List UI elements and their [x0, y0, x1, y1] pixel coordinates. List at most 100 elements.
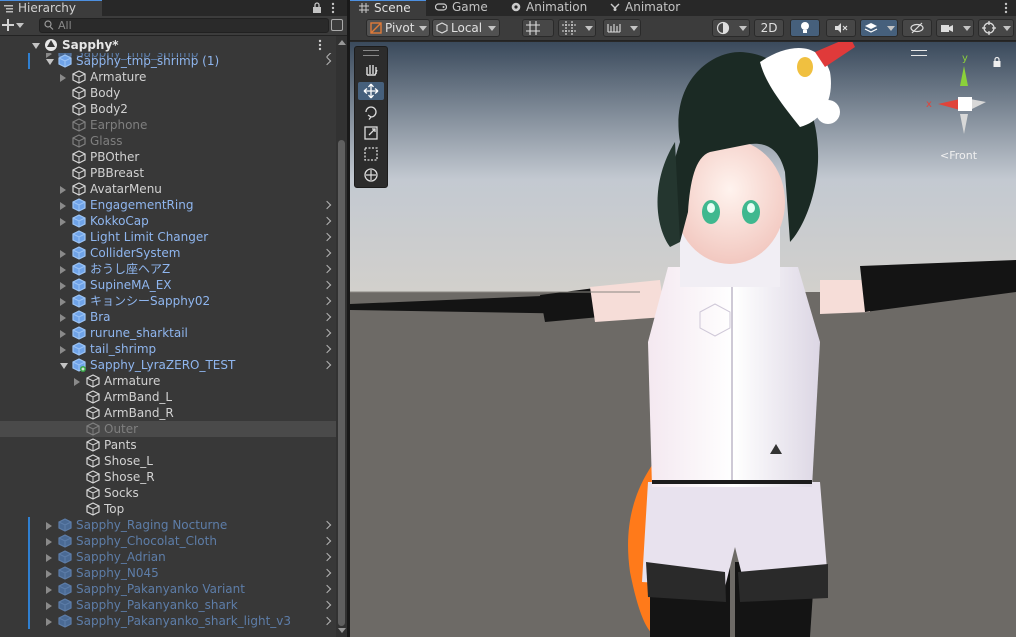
ruler-dropdown[interactable]	[603, 19, 641, 37]
open-prefab-chevron-right-icon[interactable]	[322, 293, 332, 309]
open-prefab-chevron-right-icon[interactable]	[322, 517, 332, 533]
scroll-down-arrow-icon[interactable]	[338, 628, 346, 633]
open-prefab-chevron-right-icon[interactable]	[322, 245, 332, 261]
foldout-collapsed-icon[interactable]	[46, 618, 52, 626]
scene-visibility-toggle[interactable]	[902, 19, 932, 37]
hierarchy-row[interactable]: Bra	[0, 309, 336, 325]
create-add-button[interactable]	[2, 17, 30, 34]
scene-menu-kebab-icon[interactable]	[318, 39, 326, 51]
scroll-up-arrow-icon[interactable]	[338, 40, 346, 45]
hierarchy-row[interactable]: Pants	[0, 437, 336, 453]
hierarchy-row[interactable]: おうし座ヘアZ	[0, 261, 336, 277]
hierarchy-tab[interactable]: Hierarchy	[0, 0, 102, 16]
rotate-tool-button[interactable]	[358, 103, 384, 121]
hierarchy-row[interactable]: Sapphy_Pakanyanko_shark	[0, 597, 336, 613]
foldout-collapsed-icon[interactable]	[46, 570, 52, 578]
overlay-drag-handle[interactable]	[363, 50, 379, 56]
hierarchy-row[interactable]: Shose_R	[0, 469, 336, 485]
open-prefab-chevron-right-icon[interactable]	[322, 261, 332, 277]
tab-animation[interactable]: Animation	[511, 0, 611, 16]
foldout-collapsed-icon[interactable]	[60, 218, 66, 226]
hierarchy-row[interactable]: Glass	[0, 133, 336, 149]
audio-toggle-button[interactable]	[826, 19, 856, 37]
hierarchy-row[interactable]: Top	[0, 501, 336, 517]
scene-viewport[interactable]: y x <Front	[350, 42, 1016, 637]
open-prefab-chevron-right-icon[interactable]	[322, 565, 332, 581]
hierarchy-row[interactable]: KokkoCap	[0, 213, 336, 229]
hierarchy-row[interactable]: Sapphy_Raging Nocturne	[0, 517, 336, 533]
hierarchy-row[interactable]: Earphone	[0, 117, 336, 133]
rect-tool-button[interactable]	[358, 145, 384, 163]
hierarchy-row[interactable]: Sapphy_tmp_shrimp (1)	[0, 53, 336, 69]
hierarchy-row[interactable]: Sapphy_Pakanyanko_shark_light_v3	[0, 613, 336, 629]
hierarchy-row[interactable]: Sapphy_N045	[0, 565, 336, 581]
open-prefab-chevron-right-icon[interactable]	[322, 229, 332, 245]
grid-snap-toggle[interactable]	[522, 19, 554, 37]
tab-scene[interactable]: Scene	[350, 0, 426, 16]
foldout-collapsed-icon[interactable]	[46, 522, 52, 530]
hierarchy-row[interactable]: Armature	[0, 69, 336, 85]
open-prefab-chevron-right-icon[interactable]	[322, 357, 332, 373]
foldout-collapsed-icon[interactable]	[60, 74, 66, 82]
hierarchy-row[interactable]: Sapphy_Pakanyanko Variant	[0, 581, 336, 597]
foldout-collapsed-icon[interactable]	[60, 202, 66, 210]
foldout-collapsed-icon[interactable]	[60, 186, 66, 194]
tab-game[interactable]: Game	[435, 0, 505, 16]
local-dropdown[interactable]: Local	[432, 19, 500, 37]
foldout-collapsed-icon[interactable]	[46, 554, 52, 562]
hierarchy-row[interactable]: Sapphy_Chocolat_Cloth	[0, 533, 336, 549]
foldout-collapsed-icon[interactable]	[60, 346, 66, 354]
effects-dropdown[interactable]	[860, 19, 898, 37]
open-prefab-chevron-right-icon[interactable]	[322, 213, 332, 229]
hierarchy-row[interactable]: Socks	[0, 485, 336, 501]
foldout-collapsed-icon[interactable]	[60, 314, 66, 322]
scale-tool-button[interactable]	[358, 124, 384, 142]
hierarchy-search-input[interactable]: All	[39, 18, 329, 33]
hierarchy-row[interactable]: Outer	[0, 421, 336, 437]
draw-mode-dropdown[interactable]	[712, 19, 750, 37]
orientation-label-button[interactable]: <Front	[940, 150, 977, 162]
foldout-collapsed-icon[interactable]	[60, 330, 66, 338]
hand-tool-button[interactable]	[358, 61, 384, 79]
foldout-collapsed-icon[interactable]	[60, 298, 66, 306]
lock-icon[interactable]	[312, 0, 324, 16]
open-prefab-chevron-right-icon[interactable]	[322, 581, 332, 597]
tab-menu-kebab-icon[interactable]	[331, 0, 341, 16]
open-prefab-chevron-right-icon[interactable]	[322, 309, 332, 325]
open-prefab-chevron-right-icon[interactable]	[322, 549, 332, 565]
hierarchy-row[interactable]: Body2	[0, 101, 336, 117]
camera-dropdown[interactable]	[936, 19, 974, 37]
hierarchy-row[interactable]: EngagementRing	[0, 197, 336, 213]
tab-animator[interactable]: Animator	[610, 0, 700, 16]
hierarchy-scrollbar[interactable]	[336, 36, 347, 637]
hierarchy-row[interactable]: ArmBand_R	[0, 405, 336, 421]
hierarchy-row[interactable]: Body	[0, 85, 336, 101]
hierarchy-row[interactable]: tail_shrimp	[0, 341, 336, 357]
scene-tab-menu-kebab-icon[interactable]	[1004, 0, 1014, 16]
gizmos-dropdown[interactable]	[978, 19, 1014, 37]
search-by-type-icon[interactable]	[331, 19, 343, 31]
hierarchy-row[interactable]: AvatarMenu	[0, 181, 336, 197]
foldout-collapsed-icon[interactable]	[46, 538, 52, 546]
hierarchy-row[interactable]: Sapphy_LyraZERO_TEST	[0, 357, 336, 373]
foldout-expanded-icon[interactable]	[60, 363, 68, 369]
orientation-gizmo[interactable]: y x <Front	[916, 54, 1006, 164]
increment-snap-dropdown[interactable]	[558, 19, 596, 37]
move-tool-button[interactable]	[358, 82, 384, 100]
hierarchy-row[interactable]: Light Limit Changer	[0, 229, 336, 245]
open-prefab-chevron-right-icon[interactable]	[322, 533, 332, 549]
open-prefab-chevron-right-icon[interactable]	[322, 53, 332, 69]
lighting-toggle-button[interactable]	[790, 19, 820, 37]
foldout-collapsed-icon[interactable]	[60, 266, 66, 274]
foldout-expanded-icon[interactable]	[46, 59, 54, 65]
scrollbar-thumb[interactable]	[338, 140, 345, 626]
hierarchy-row[interactable]: PBBreast	[0, 165, 336, 181]
pivot-dropdown[interactable]: Pivot	[366, 19, 430, 37]
foldout-collapsed-icon[interactable]	[46, 602, 52, 610]
open-prefab-chevron-right-icon[interactable]	[322, 197, 332, 213]
2d-toggle-button[interactable]: 2D	[754, 19, 784, 37]
hierarchy-row[interactable]: ArmBand_L	[0, 389, 336, 405]
open-prefab-chevron-right-icon[interactable]	[322, 341, 332, 357]
open-prefab-chevron-right-icon[interactable]	[322, 613, 332, 629]
hierarchy-row[interactable]: Shose_L	[0, 453, 336, 469]
